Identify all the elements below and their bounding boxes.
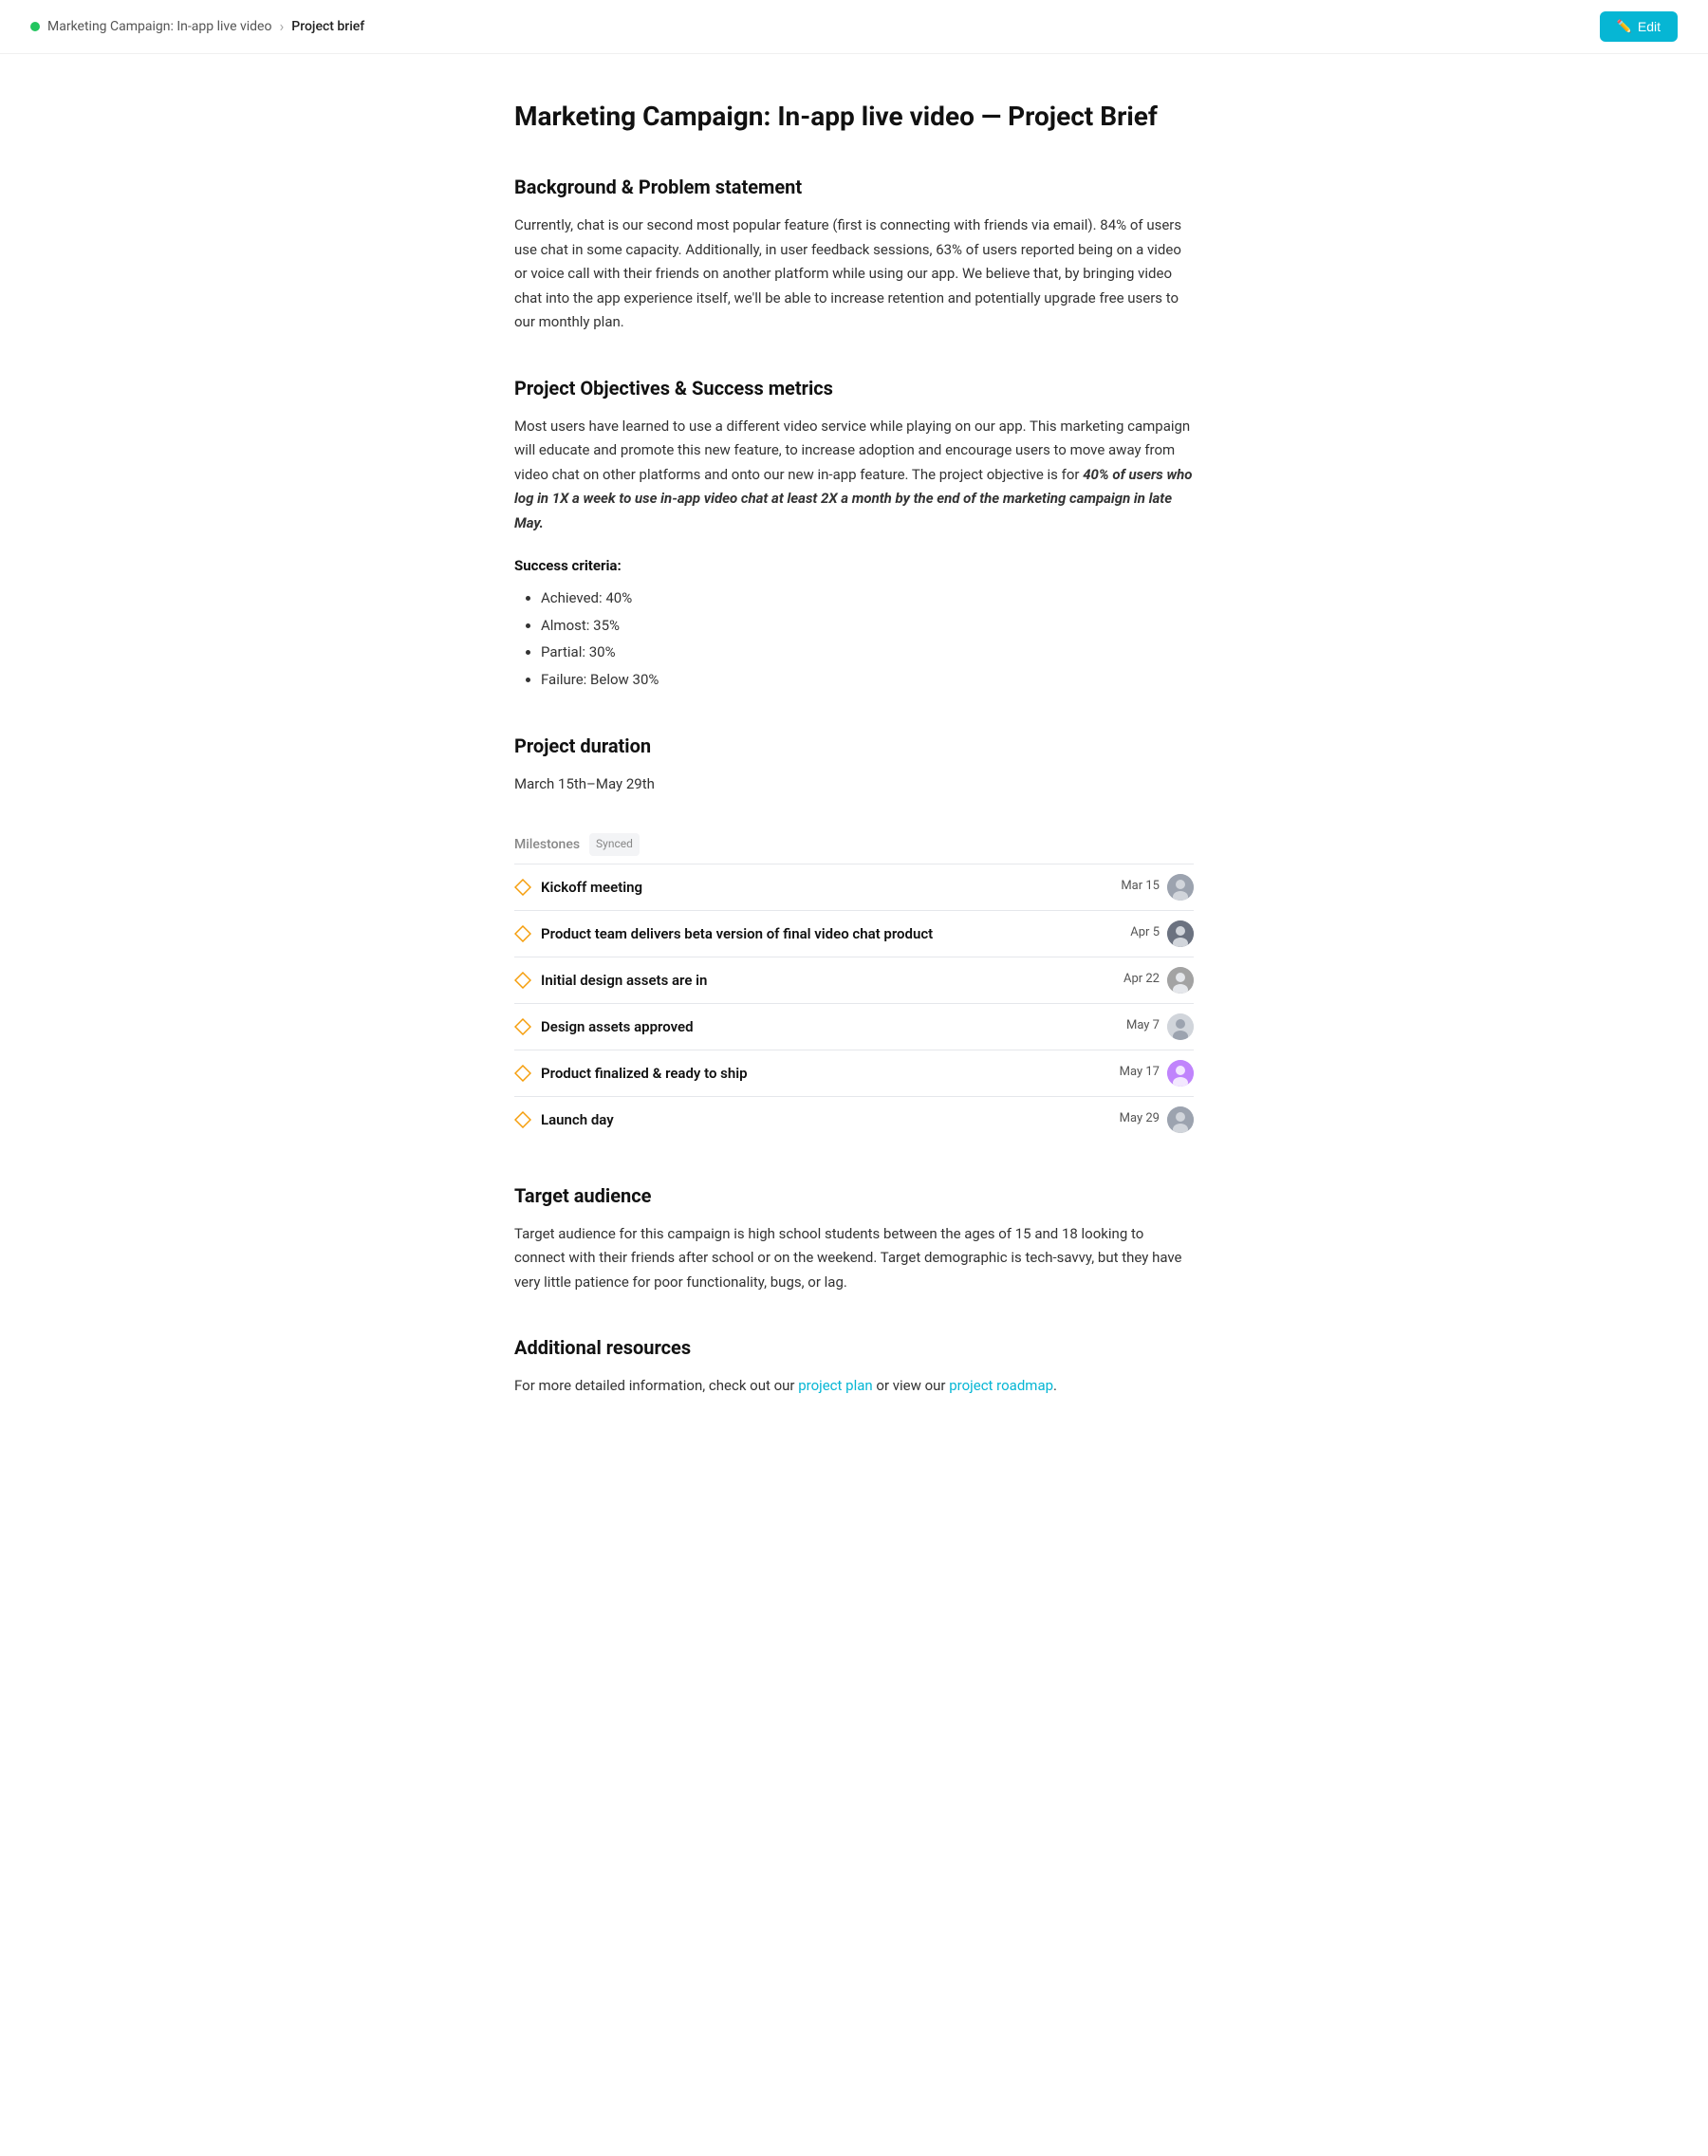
criteria-list: Achieved: 40% Almost: 35% Partial: 30% F… xyxy=(514,585,1194,693)
milestones-header: Milestones Synced xyxy=(514,833,1194,855)
milestone-left: Kickoff meeting xyxy=(514,876,642,899)
milestone-date: Apr 22 xyxy=(1123,970,1160,990)
milestone-row: Product team delivers beta version of fi… xyxy=(514,910,1194,957)
objectives-body: Most users have learned to use a differe… xyxy=(514,415,1194,536)
milestone-row: Product finalized & ready to ship May 17 xyxy=(514,1050,1194,1096)
milestone-right: Mar 15 xyxy=(1121,874,1194,901)
milestone-name: Launch day xyxy=(541,1108,614,1131)
avatar-svg xyxy=(1167,967,1194,994)
status-dot xyxy=(30,22,40,31)
success-criteria: Success criteria: Achieved: 40% Almost: … xyxy=(514,554,1194,693)
milestone-right: May 29 xyxy=(1120,1106,1194,1133)
duration-body: March 15th–May 29th xyxy=(514,772,1194,795)
milestone-row: Launch day May 29 xyxy=(514,1096,1194,1143)
milestone-right: Apr 5 xyxy=(1130,920,1194,947)
avatar xyxy=(1167,1013,1194,1040)
milestone-right: Apr 22 xyxy=(1123,967,1194,994)
project-roadmap-link[interactable]: project roadmap xyxy=(949,1377,1053,1394)
diamond-icon xyxy=(514,1111,531,1128)
milestone-date: Apr 5 xyxy=(1130,923,1160,943)
diamond-icon xyxy=(514,925,531,942)
milestone-date: May 17 xyxy=(1120,1063,1160,1083)
milestone-date: May 29 xyxy=(1120,1109,1160,1129)
edit-button-label: Edit xyxy=(1638,19,1661,34)
objectives-heading: Project Objectives & Success metrics xyxy=(514,373,1194,403)
milestone-row: Kickoff meeting Mar 15 xyxy=(514,864,1194,910)
breadcrumb-separator: › xyxy=(279,14,284,39)
milestone-left: Launch day xyxy=(514,1108,614,1131)
milestone-name: Design assets approved xyxy=(541,1015,694,1038)
avatar xyxy=(1167,1106,1194,1133)
diamond-icon xyxy=(514,972,531,989)
diamond-icon xyxy=(514,879,531,896)
section-target-audience: Target audience Target audience for this… xyxy=(514,1180,1194,1295)
background-heading: Background & Problem statement xyxy=(514,172,1194,202)
breadcrumb-current: Project brief xyxy=(291,16,364,37)
avatar xyxy=(1167,920,1194,947)
avatar xyxy=(1167,874,1194,901)
milestone-name: Kickoff meeting xyxy=(541,876,642,899)
breadcrumb: Marketing Campaign: In-app live video › … xyxy=(30,14,364,39)
milestone-name: Product team delivers beta version of fi… xyxy=(541,922,933,945)
target-audience-heading: Target audience xyxy=(514,1180,1194,1211)
avatar-svg xyxy=(1167,1013,1194,1040)
milestone-left: Product team delivers beta version of fi… xyxy=(514,922,933,945)
additional-resources-heading: Additional resources xyxy=(514,1332,1194,1363)
avatar xyxy=(1167,1060,1194,1087)
section-milestones: Milestones Synced Kickoff meeting Mar 15 xyxy=(514,833,1194,1142)
target-audience-body: Target audience for this campaign is hig… xyxy=(514,1222,1194,1295)
additional-resources-prefix: For more detailed information, check out… xyxy=(514,1377,798,1394)
topbar: Marketing Campaign: In-app live video › … xyxy=(0,0,1708,54)
project-plan-link[interactable]: project plan xyxy=(798,1377,872,1394)
milestone-date: May 7 xyxy=(1126,1016,1160,1036)
milestone-left: Initial design assets are in xyxy=(514,969,707,992)
avatar-svg xyxy=(1167,1106,1194,1133)
breadcrumb-parent-link[interactable]: Marketing Campaign: In-app live video xyxy=(47,16,271,37)
duration-heading: Project duration xyxy=(514,731,1194,761)
avatar-svg xyxy=(1167,1060,1194,1087)
milestones-list: Kickoff meeting Mar 15 xyxy=(514,864,1194,1143)
synced-badge: Synced xyxy=(589,833,640,855)
avatar-svg xyxy=(1167,920,1194,947)
milestone-right: May 17 xyxy=(1120,1060,1194,1087)
milestone-name: Initial design assets are in xyxy=(541,969,707,992)
edit-button[interactable]: ✏️ Edit xyxy=(1600,11,1678,42)
list-item: Almost: 35% xyxy=(541,612,1194,640)
additional-resources-suffix: . xyxy=(1053,1377,1057,1394)
section-objectives: Project Objectives & Success metrics Mos… xyxy=(514,373,1194,694)
diamond-icon xyxy=(514,1018,531,1035)
additional-resources-body: For more detailed information, check out… xyxy=(514,1374,1194,1399)
milestone-right: May 7 xyxy=(1126,1013,1194,1040)
additional-resources-middle: or view our xyxy=(873,1377,950,1394)
milestone-row: Initial design assets are in Apr 22 xyxy=(514,957,1194,1003)
page-title: Marketing Campaign: In-app live video — … xyxy=(514,100,1194,134)
milestone-row: Design assets approved May 7 xyxy=(514,1003,1194,1050)
pencil-icon: ✏️ xyxy=(1617,19,1632,34)
milestone-left: Product finalized & ready to ship xyxy=(514,1062,748,1085)
milestone-date: Mar 15 xyxy=(1121,877,1160,897)
section-duration: Project duration March 15th–May 29th xyxy=(514,731,1194,795)
diamond-icon xyxy=(514,1065,531,1082)
avatar-svg xyxy=(1167,874,1194,901)
avatar xyxy=(1167,967,1194,994)
list-item: Partial: 30% xyxy=(541,639,1194,666)
milestone-left: Design assets approved xyxy=(514,1015,694,1038)
milestones-label: Milestones xyxy=(514,834,580,855)
background-body: Currently, chat is our second most popul… xyxy=(514,214,1194,335)
success-criteria-heading: Success criteria: xyxy=(514,554,1194,577)
section-background: Background & Problem statement Currently… xyxy=(514,172,1194,335)
list-item: Achieved: 40% xyxy=(541,585,1194,612)
milestone-name: Product finalized & ready to ship xyxy=(541,1062,748,1085)
list-item: Failure: Below 30% xyxy=(541,666,1194,694)
section-additional-resources: Additional resources For more detailed i… xyxy=(514,1332,1194,1399)
main-content: Marketing Campaign: In-app live video — … xyxy=(484,54,1224,1513)
